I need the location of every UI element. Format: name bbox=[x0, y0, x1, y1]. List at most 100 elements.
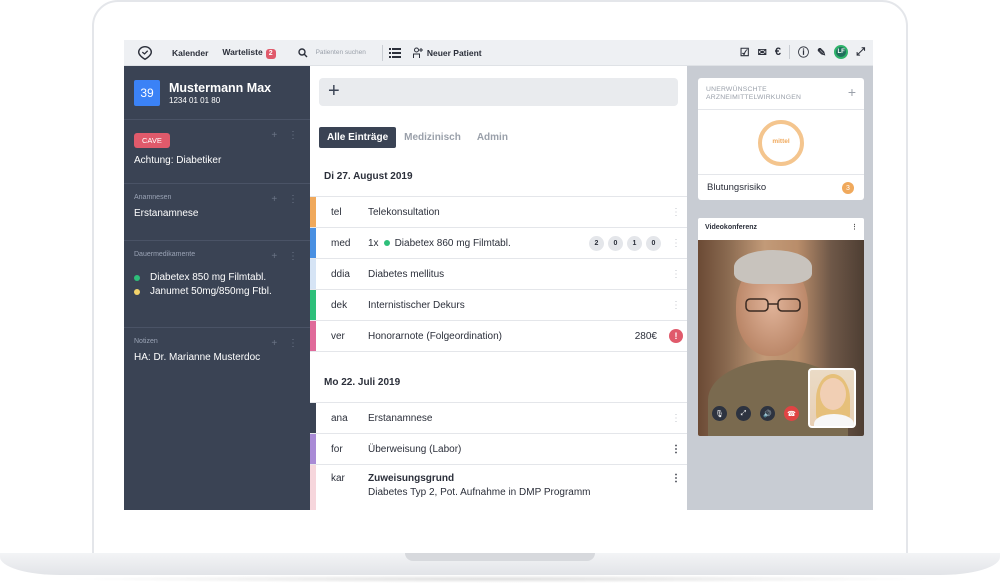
cave-text: Achtung: Diabetiker bbox=[134, 155, 222, 166]
entry-text: Diabetes Typ 2, Pot. Aufnahme in DMP Pro… bbox=[368, 487, 591, 498]
cave-badge: CAVE bbox=[134, 133, 170, 148]
tab-admin[interactable]: Admin bbox=[469, 127, 516, 148]
warning-icon: ! bbox=[669, 329, 683, 343]
search-input[interactable]: Patienten suchen bbox=[316, 49, 366, 56]
medication-item: Janumet 50mg/850mg Ftbl. bbox=[134, 286, 300, 297]
more-menu-icon[interactable]: ⋮ bbox=[665, 473, 687, 484]
entry-row[interactable]: med 1x Diabetex 860 mg Filmtabl. 2 0 1 0… bbox=[310, 228, 687, 259]
warning-menu[interactable]: ! bbox=[665, 329, 687, 343]
more-menu-icon[interactable]: ⋮ bbox=[665, 269, 687, 280]
tasks-check-icon[interactable]: ☑ bbox=[740, 46, 750, 59]
new-patient-button[interactable]: Neuer Patient bbox=[427, 48, 482, 58]
laptop-shadow bbox=[60, 575, 940, 583]
patient-header: 39 Mustermann Max 1234 01 01 80 bbox=[124, 66, 310, 120]
entry-row[interactable]: tel Telekonsultation ⋮ bbox=[310, 197, 687, 228]
entry-type-stripe bbox=[310, 403, 316, 433]
divider bbox=[698, 174, 864, 175]
more-menu-icon[interactable]: ⋮ bbox=[665, 207, 687, 218]
entry-row[interactable]: ddia Diabetes mellitus ⋮ bbox=[310, 259, 687, 290]
patient-search[interactable]: Patienten suchen bbox=[297, 47, 366, 58]
section-controls[interactable]: + ⋮ bbox=[271, 338, 302, 349]
entry-text-container: 1x Diabetex 860 mg Filmtabl. 2 0 1 0 bbox=[368, 235, 665, 251]
entry-type-stripe bbox=[310, 228, 316, 258]
adverse-effects-card: UNERWÜNSCHTE ARZNEIMITTELWIRKUNGEN + mit… bbox=[698, 78, 864, 200]
mail-icon[interactable]: ✉ bbox=[758, 46, 767, 59]
card-title-line2: ARZNEIMITTELWIRKUNGEN bbox=[706, 94, 802, 101]
glasses-shape bbox=[745, 298, 801, 312]
nav-kalender[interactable]: Kalender bbox=[172, 48, 208, 58]
patient-name: Mustermann Max bbox=[169, 80, 272, 95]
entry-code: ana bbox=[331, 412, 348, 424]
self-view-video[interactable] bbox=[808, 368, 856, 428]
add-person-icon[interactable] bbox=[412, 47, 423, 59]
entry-list: tel Telekonsultation ⋮ med 1x Diabetex 8… bbox=[310, 196, 687, 352]
remote-video-feed: 🎙 ⤢ 🔊 ☎ bbox=[698, 240, 864, 436]
entry-row[interactable]: ana Erstanamnese ⋮ bbox=[310, 403, 687, 434]
fullscreen-icon[interactable]: ⤢ bbox=[736, 406, 751, 421]
search-icon bbox=[297, 47, 308, 57]
self-shirt bbox=[814, 414, 854, 426]
medication-item: Diabetex 850 mg Filmtabl. bbox=[134, 272, 300, 283]
entry-text: Überweisung (Labor) bbox=[368, 443, 462, 455]
dosage-pill: 0 bbox=[646, 235, 661, 251]
divider bbox=[698, 109, 864, 110]
entry-code: kar bbox=[331, 473, 345, 484]
entry-type-stripe bbox=[310, 290, 316, 320]
risk-label[interactable]: Blutungsrisiko bbox=[707, 182, 766, 193]
speaker-icon[interactable]: 🔊 bbox=[760, 406, 775, 421]
divider bbox=[788, 45, 790, 59]
anamnesen-text: Erstanamnese bbox=[134, 208, 199, 219]
section-controls[interactable]: + ⋮ bbox=[271, 194, 302, 205]
add-entry-button[interactable]: + bbox=[319, 78, 678, 106]
more-menu-icon[interactable]: ⋮ bbox=[665, 444, 687, 455]
entry-text-container: Zuweisungsgrund Diabetes Typ 2, Pot. Auf… bbox=[368, 473, 665, 498]
patient-id: 1234 01 01 80 bbox=[169, 95, 221, 105]
dosage-pill: 0 bbox=[608, 235, 623, 251]
entry-type-stripe bbox=[310, 434, 316, 464]
notizen-text: HA: Dr. Marianne Musterdoc bbox=[134, 352, 261, 363]
hang-up-icon[interactable]: ☎ bbox=[784, 406, 799, 421]
dosage-prefix: 1x bbox=[368, 237, 379, 249]
patient-number: 39 bbox=[134, 79, 160, 106]
microphone-icon[interactable]: 🎙 bbox=[712, 406, 727, 421]
settings-wrench-icon[interactable]: ✎ bbox=[817, 46, 826, 59]
more-menu-icon[interactable]: ⋮ bbox=[665, 238, 687, 249]
expand-icon[interactable]: ⤢ bbox=[856, 46, 865, 59]
section-controls[interactable]: + ⋮ bbox=[271, 130, 302, 141]
more-menu-icon[interactable]: ⋮ bbox=[665, 300, 687, 311]
more-menu-icon[interactable]: ⋮ bbox=[665, 413, 687, 424]
participant-hair bbox=[734, 250, 812, 284]
more-menu-icon[interactable]: ⋮ bbox=[851, 223, 858, 231]
entry-row[interactable]: for Überweisung (Labor) ⋮ bbox=[310, 434, 687, 465]
risk-count-badge: 3 bbox=[842, 182, 854, 194]
dosage-pill: 2 bbox=[589, 235, 604, 251]
list-icon[interactable] bbox=[388, 47, 401, 58]
nav-warteliste[interactable]: Warteliste 2 bbox=[222, 47, 276, 59]
top-navigation-bar: Kalender Warteliste 2 Patienten suchen Ne… bbox=[124, 40, 873, 66]
entry-type-stripe bbox=[310, 197, 316, 227]
app-logo-icon[interactable] bbox=[136, 44, 154, 62]
status-dot bbox=[383, 240, 390, 246]
entry-text: Diabetex 860 mg Filmtabl. bbox=[394, 237, 511, 249]
tab-alle-eintraege[interactable]: Alle Einträge bbox=[319, 127, 397, 148]
medication-name: Janumet 50mg/850mg Ftbl. bbox=[150, 286, 272, 297]
dosage-schedule: 2 0 1 0 bbox=[585, 235, 661, 251]
entry-code: for bbox=[331, 443, 343, 455]
entry-row[interactable]: kar Zuweisungsgrund Diabetes Typ 2, Pot.… bbox=[310, 465, 687, 510]
section-controls[interactable]: + ⋮ bbox=[271, 251, 302, 262]
billing-euro-icon[interactable]: € bbox=[775, 46, 781, 58]
entry-text: Diabetes mellitus bbox=[368, 268, 445, 280]
user-avatar[interactable]: LF bbox=[834, 45, 849, 59]
entry-tabs: Alle Einträge Medizinisch Admin bbox=[319, 127, 516, 148]
tab-medizinisch[interactable]: Medizinisch bbox=[396, 127, 469, 148]
video-title-label: Videokonferenz bbox=[705, 224, 757, 231]
patient-sidebar: 39 Mustermann Max 1234 01 01 80 + ⋮ CAVE… bbox=[124, 66, 310, 510]
day-header: Mo 22. Juli 2019 bbox=[324, 377, 401, 388]
entry-code: tel bbox=[331, 206, 342, 218]
help-icon[interactable]: ⓘ bbox=[798, 44, 809, 60]
entry-row[interactable]: dek Internistischer Dekurs ⋮ bbox=[310, 290, 687, 321]
entry-row[interactable]: ver Honorarnote (Folgeordination) 280€ ! bbox=[310, 321, 687, 352]
gauge-label: mittel bbox=[772, 138, 790, 145]
right-panel: UNERWÜNSCHTE ARZNEIMITTELWIRKUNGEN + mit… bbox=[687, 66, 873, 510]
add-icon[interactable]: + bbox=[848, 84, 856, 100]
